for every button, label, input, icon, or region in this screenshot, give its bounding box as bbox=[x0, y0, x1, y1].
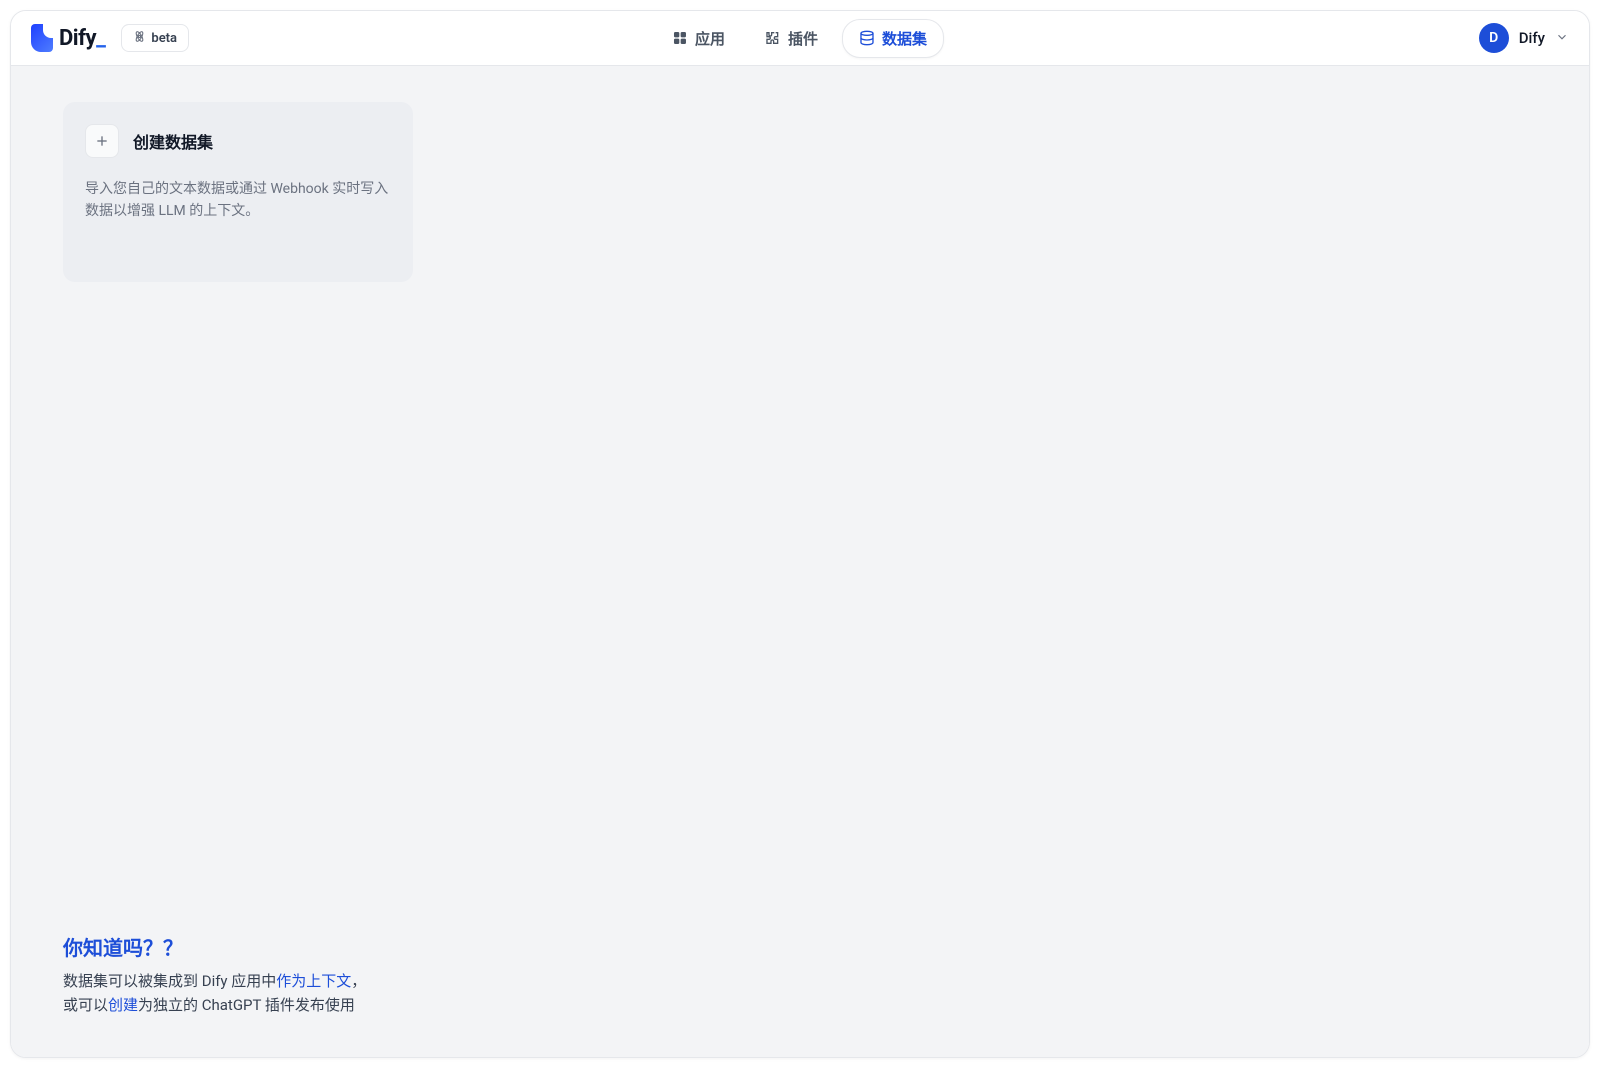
username: Dify bbox=[1519, 29, 1545, 47]
create-card-description: 导入您自己的文本数据或通过 Webhook 实时写入数据以增强 LLM 的上下文… bbox=[85, 178, 391, 223]
logo[interactable]: Dify_ bbox=[31, 24, 105, 52]
logo-text: Dify_ bbox=[59, 26, 105, 51]
beta-badge: beta bbox=[121, 24, 189, 52]
nav-datasets-label: 数据集 bbox=[882, 28, 927, 49]
nav-apps-label: 应用 bbox=[695, 28, 725, 49]
tip-body: 数据集可以被集成到 Dify 应用中作为上下文， 或可以创建为独立的 ChatG… bbox=[63, 969, 366, 1017]
plus-icon bbox=[85, 124, 119, 158]
app-header: Dify_ beta bbox=[11, 11, 1589, 66]
nav-apps[interactable]: 应用 bbox=[656, 20, 741, 57]
create-card-title: 创建数据集 bbox=[133, 129, 213, 153]
tip-link-context[interactable]: 作为上下文 bbox=[276, 972, 351, 990]
create-dataset-card[interactable]: 创建数据集 导入您自己的文本数据或通过 Webhook 实时写入数据以增强 LL… bbox=[63, 102, 413, 282]
user-menu[interactable]: D Dify bbox=[1479, 23, 1569, 53]
main-nav: 应用 插件 数据集 bbox=[656, 19, 944, 58]
grid-icon bbox=[672, 30, 688, 46]
nav-datasets[interactable]: 数据集 bbox=[842, 19, 944, 58]
header-left: Dify_ beta bbox=[31, 24, 189, 52]
tip-text-2: 或可以 bbox=[63, 996, 108, 1014]
tip-title: 你知道吗？？ bbox=[63, 932, 366, 961]
tip-text-1b: ， bbox=[351, 972, 366, 990]
logo-mark-icon bbox=[31, 24, 53, 52]
atom-icon bbox=[133, 30, 146, 46]
nav-plugins[interactable]: 插件 bbox=[749, 20, 834, 57]
tip-link-create[interactable]: 创建 bbox=[108, 996, 138, 1014]
avatar: D bbox=[1479, 23, 1509, 53]
puzzle-icon bbox=[765, 30, 781, 46]
footer-tip: 你知道吗？？ 数据集可以被集成到 Dify 应用中作为上下文， 或可以创建为独立… bbox=[63, 932, 366, 1017]
chevron-down-icon bbox=[1555, 30, 1569, 47]
tip-text-1: 数据集可以被集成到 Dify 应用中 bbox=[63, 972, 276, 990]
create-card-header: 创建数据集 bbox=[85, 124, 391, 158]
main-content: 创建数据集 导入您自己的文本数据或通过 Webhook 实时写入数据以增强 LL… bbox=[11, 66, 1589, 1057]
database-icon bbox=[859, 30, 875, 46]
nav-plugins-label: 插件 bbox=[788, 28, 818, 49]
tip-text-2b: 为独立的 ChatGPT 插件发布使用 bbox=[138, 996, 355, 1014]
